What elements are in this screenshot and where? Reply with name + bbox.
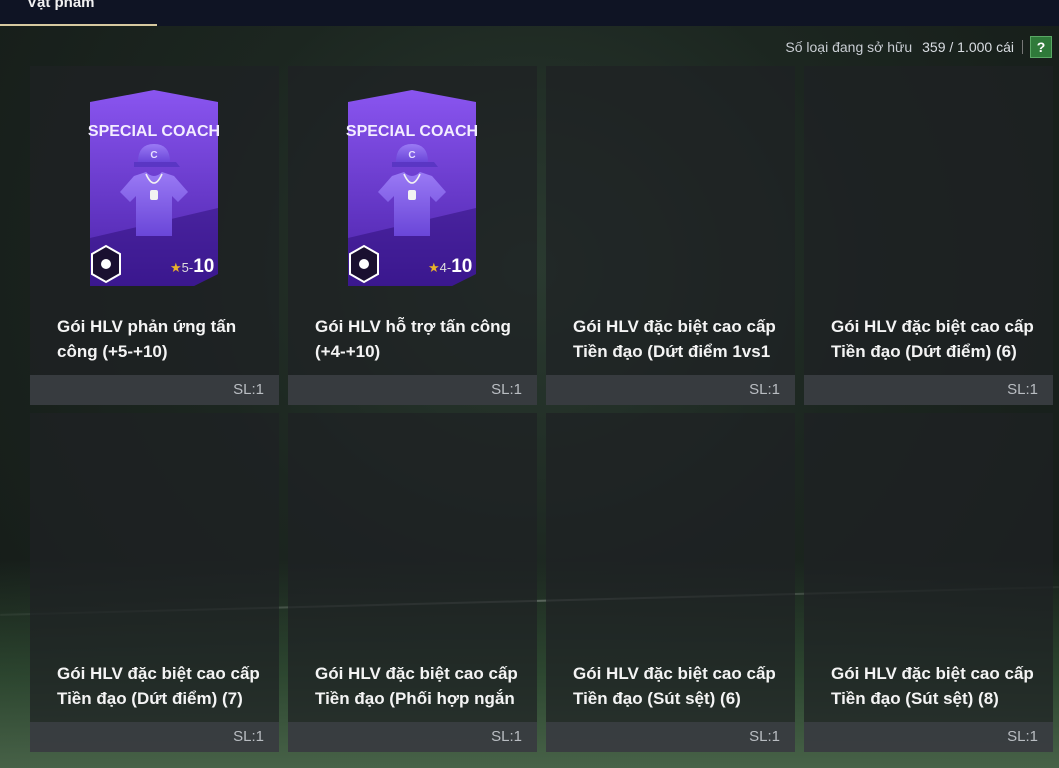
item-quantity: SL:1 xyxy=(1007,728,1038,745)
tab-items-label: Vật phẩm xyxy=(27,0,95,11)
item-quantity: SL:1 xyxy=(233,728,264,745)
item-name: Gói HLV hỗ trợ tấn công (+4-+10) xyxy=(315,317,511,361)
item-name: Gói HLV đặc biệt cao cấp Tiền đạo (Sút s… xyxy=(573,664,776,708)
badge-glyph xyxy=(101,259,111,269)
item-grid: Gói HLV phản ứng tấn công (+5-+10) SL:1 … xyxy=(30,66,1053,752)
item-card[interactable]: Gói HLV đặc biệt cao cấp Tiền đạo (Phối … xyxy=(288,413,537,752)
item-quantity: SL:1 xyxy=(233,381,264,398)
cap-brim xyxy=(134,162,180,167)
divider xyxy=(1022,40,1023,54)
item-name: Gói HLV đặc biệt cao cấp Tiền đạo (Dứt đ… xyxy=(831,317,1034,361)
item-card[interactable]: Gói HLV hỗ trợ tấn công (+4-+10) SL:1 SP… xyxy=(288,66,537,405)
item-quantity: SL:1 xyxy=(749,728,780,745)
item-name: Gói HLV phản ứng tấn công (+5-+10) xyxy=(57,317,237,361)
item-card[interactable]: Gói HLV đặc biệt cao cấp Tiền đạo (Dứt đ… xyxy=(804,66,1053,405)
level-max: 10 xyxy=(193,256,215,277)
whistle-icon xyxy=(150,190,158,200)
whistle-icon xyxy=(408,190,416,200)
quantity-bar: SL:1 xyxy=(804,722,1053,752)
top-bar: Vật phẩm xyxy=(0,0,1059,26)
item-card[interactable]: Gói HLV đặc biệt cao cấp Tiền đạo (Sút s… xyxy=(804,413,1053,752)
item-name: Gói HLV đặc biệt cao cấp Tiền đạo (Dứt đ… xyxy=(57,664,260,708)
item-quantity: SL:1 xyxy=(491,728,522,745)
ownership-count: 359 / 1.000 cái xyxy=(922,39,1014,55)
level-max: 10 xyxy=(451,256,473,277)
quantity-bar: SL:1 xyxy=(30,722,279,752)
item-name: Gói HLV đặc biệt cao cấp Tiền đạo (Sút s… xyxy=(831,664,1034,708)
star-icon: ★ xyxy=(170,260,182,275)
level-range: ★4-10 xyxy=(428,256,472,278)
level-range: ★5-10 xyxy=(170,256,214,278)
item-quantity: SL:1 xyxy=(1007,381,1038,398)
level-min: 5- xyxy=(181,260,194,275)
cap-brim xyxy=(392,162,438,167)
badge-glyph xyxy=(359,259,369,269)
item-name: Gói HLV đặc biệt cao cấp Tiền đạo (Phối … xyxy=(315,664,518,708)
item-card[interactable]: Gói HLV đặc biệt cao cấp Tiền đạo (Dứt đ… xyxy=(546,66,795,405)
item-card[interactable]: Gói HLV đặc biệt cao cấp Tiền đạo (Dứt đ… xyxy=(30,413,279,752)
quantity-bar: SL:1 xyxy=(288,375,537,405)
item-quantity: SL:1 xyxy=(749,381,780,398)
quantity-bar: SL:1 xyxy=(546,375,795,405)
card-title: SPECIAL COACH xyxy=(346,123,478,140)
star-icon: ★ xyxy=(428,260,440,275)
quantity-bar: SL:1 xyxy=(546,722,795,752)
item-name: Gói HLV đặc biệt cao cấp Tiền đạo (Dứt đ… xyxy=(573,317,776,361)
tab-items[interactable]: Vật phẩm xyxy=(0,0,157,26)
quantity-bar: SL:1 xyxy=(288,722,537,752)
quantity-bar: SL:1 xyxy=(804,375,1053,405)
help-button[interactable]: ? xyxy=(1030,36,1052,58)
cap-letter: C xyxy=(150,150,157,161)
item-card[interactable]: Gói HLV đặc biệt cao cấp Tiền đạo (Sút s… xyxy=(546,413,795,752)
ownership-info: Số loại đang sở hữu 359 / 1.000 cái ? xyxy=(785,36,1052,58)
quantity-bar: SL:1 xyxy=(30,375,279,405)
ownership-label: Số loại đang sở hữu xyxy=(785,39,913,55)
item-card[interactable]: Gói HLV phản ứng tấn công (+5-+10) SL:1 … xyxy=(30,66,279,405)
card-title: SPECIAL COACH xyxy=(88,123,220,140)
item-quantity: SL:1 xyxy=(491,381,522,398)
level-min: 4- xyxy=(439,260,452,275)
cap-letter: C xyxy=(408,150,415,161)
